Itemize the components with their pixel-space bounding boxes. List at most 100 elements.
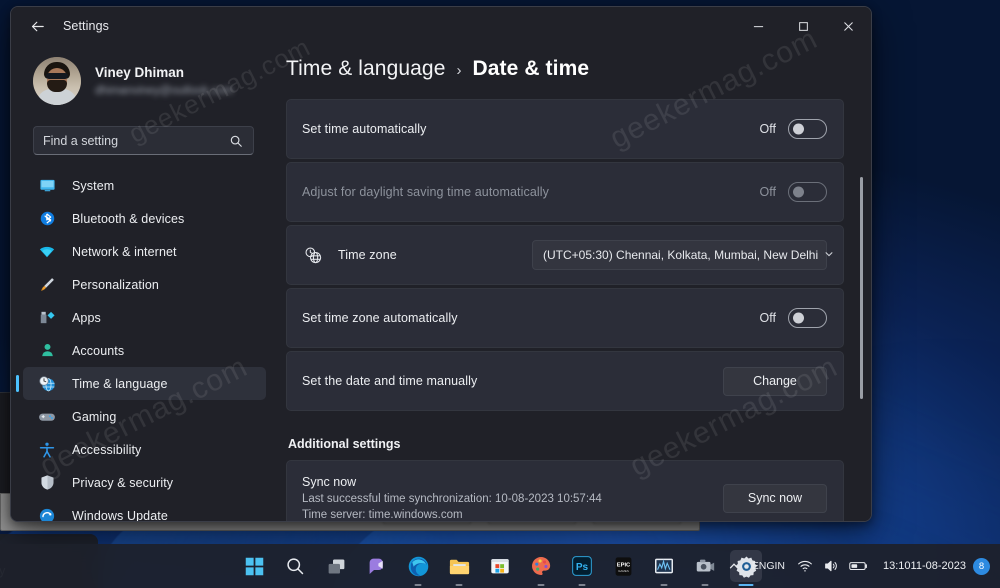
search-icon — [287, 558, 304, 575]
sidebar-item-label: Time & language — [72, 376, 168, 391]
camera-icon — [696, 559, 715, 572]
file-explorer-button[interactable] — [443, 550, 475, 586]
chat-button[interactable] — [361, 550, 393, 582]
snipping-tool-button[interactable] — [689, 550, 721, 586]
microsoft-store-button[interactable] — [484, 550, 516, 582]
breadcrumb-parent-link[interactable]: Time & language — [286, 57, 445, 81]
settings-window: Settings Viney Dhiman dhimanviney@outloo… — [10, 6, 872, 522]
time-zone-dropdown[interactable]: (UTC+05:30) Chennai, Kolkata, Mumbai, Ne… — [532, 240, 833, 270]
svg-text:Ps: Ps — [576, 562, 589, 573]
epic-games-button[interactable]: EPIC GAMES — [607, 550, 639, 582]
sidebar-item-bluetooth-devices[interactable]: Bluetooth & devices — [23, 202, 266, 235]
start-button[interactable] — [238, 550, 270, 582]
main-pane: Time & language › Date & time 11 August … — [276, 45, 871, 521]
bluetooth-icon — [37, 209, 57, 229]
search-button[interactable] — [279, 550, 311, 582]
avatar[interactable] — [33, 57, 81, 105]
tray-date: 11-08-2023 — [910, 560, 966, 572]
toggle-state-label: Off — [759, 311, 776, 325]
taskbar: Ps EPIC GAMES ENG IN 13:10 11-08-2023 8 — [0, 544, 1000, 588]
content-scrollbar[interactable] — [860, 131, 863, 501]
sidebar-item-system[interactable]: System — [23, 169, 266, 202]
folder-icon — [449, 559, 469, 574]
desktop: drivers OK Cancel Apply C tly sunny Sett… — [0, 0, 1000, 588]
maximize-button[interactable] — [781, 7, 826, 45]
task-view-button[interactable] — [320, 550, 352, 582]
scrollbar-thumb[interactable] — [860, 177, 863, 399]
arrow-left-icon — [31, 21, 44, 31]
paint-button[interactable] — [525, 550, 557, 586]
adjust-daylight-saving-toggle — [788, 182, 827, 202]
edge-button[interactable] — [402, 550, 434, 586]
taskbar-app-area: Ps EPIC GAMES — [238, 550, 762, 586]
sidebar-item-label: Privacy & security — [72, 475, 174, 490]
sidebar-item-privacy-security[interactable]: Privacy & security — [23, 466, 266, 499]
minimize-button[interactable] — [736, 7, 781, 45]
sidebar-item-windows-update[interactable]: Windows Update — [23, 499, 266, 521]
sidebar-item-label: Accessibility — [72, 442, 142, 457]
setting-row-adjust-daylight-saving: Adjust for daylight saving time automati… — [286, 162, 844, 222]
store-icon — [491, 559, 509, 574]
window-body: Viney Dhiman dhimanviney@outlook.com Fin… — [11, 45, 871, 521]
sidebar-item-label: Windows Update — [72, 508, 168, 522]
set-time-zone-automatically-toggle[interactable] — [788, 308, 827, 328]
notification-badge[interactable]: 8 — [973, 557, 990, 575]
tray-overflow-button[interactable] — [723, 549, 745, 583]
apps-icon — [37, 308, 57, 328]
back-button[interactable] — [21, 10, 53, 42]
chat-icon — [369, 558, 383, 574]
sidebar-item-label: Apps — [72, 310, 101, 325]
language-line-1: ENG — [751, 560, 775, 572]
sidebar-item-accounts[interactable]: Accounts — [23, 334, 266, 367]
tray-time: 13:10 — [883, 560, 911, 572]
sidebar-item-personalization[interactable]: Personalization — [23, 268, 266, 301]
task-manager-button[interactable] — [648, 550, 680, 586]
breadcrumb: Time & language › Date & time — [276, 45, 871, 93]
battery-icon — [849, 562, 867, 571]
clock-globe-icon — [302, 244, 324, 266]
sidebar-item-network-internet[interactable]: Network & internet — [23, 235, 266, 268]
change-button[interactable]: Change — [723, 366, 827, 396]
setting-row-set-date-time-manually[interactable]: Set the date and time manually Change — [286, 351, 844, 411]
profile-section[interactable]: Viney Dhiman dhimanviney@outlook.com — [11, 47, 276, 109]
last-sync-text: Last successful time synchronization: 10… — [302, 493, 602, 505]
shield-icon — [37, 473, 57, 493]
search-box[interactable] — [33, 126, 254, 155]
sidebar-item-apps[interactable]: Apps — [23, 301, 266, 334]
close-button[interactable] — [826, 7, 871, 45]
monitor-icon — [37, 176, 57, 196]
setting-row-sync-now[interactable]: Sync now Last successful time synchroniz… — [286, 460, 844, 521]
profile-email: dhimanviney@outlook.com — [95, 84, 234, 97]
toggle-state-label: Off — [759, 185, 776, 199]
minimize-icon — [753, 25, 764, 27]
setting-row-set-time-zone-automatically[interactable]: Set time zone automatically Off — [286, 288, 844, 348]
network-button[interactable] — [792, 549, 818, 583]
sidebar-item-accessibility[interactable]: Accessibility — [23, 433, 266, 466]
close-icon — [844, 21, 853, 31]
chevron-up-icon — [729, 563, 738, 569]
gamepad-icon — [37, 407, 57, 427]
battery-button[interactable] — [844, 549, 874, 583]
sidebar-item-time-language[interactable]: Time & language — [16, 367, 266, 400]
sidebar-item-label: Personalization — [72, 277, 159, 292]
set-time-automatically-toggle[interactable] — [788, 119, 827, 139]
sidebar-item-label: System — [72, 178, 115, 193]
sidebar-item-gaming[interactable]: Gaming — [23, 400, 266, 433]
search-icon[interactable] — [228, 133, 244, 149]
task-view-icon — [328, 559, 344, 573]
sidebar-item-label: Gaming — [72, 409, 117, 424]
page-title: Date & time — [472, 57, 590, 80]
setting-row-set-time-automatically[interactable]: Set time automatically Off — [286, 99, 844, 159]
sync-now-button[interactable]: Sync now — [723, 483, 827, 513]
maximize-icon — [799, 21, 808, 31]
setting-row-time-zone[interactable]: Time zone (UTC+05:30) Chennai, Kolkata, … — [286, 225, 844, 285]
search-input[interactable] — [43, 133, 228, 148]
setting-label: Time zone — [338, 248, 397, 262]
language-indicator[interactable]: ENG IN — [745, 549, 792, 583]
sidebar-item-label: Network & internet — [72, 244, 177, 259]
setting-label: Set the date and time manually — [302, 374, 478, 388]
photoshop-button[interactable]: Ps — [566, 550, 598, 586]
volume-button[interactable] — [818, 549, 844, 583]
chevron-right-icon: › — [456, 62, 462, 79]
clock-button[interactable]: 13:10 11-08-2023 — [874, 549, 973, 583]
